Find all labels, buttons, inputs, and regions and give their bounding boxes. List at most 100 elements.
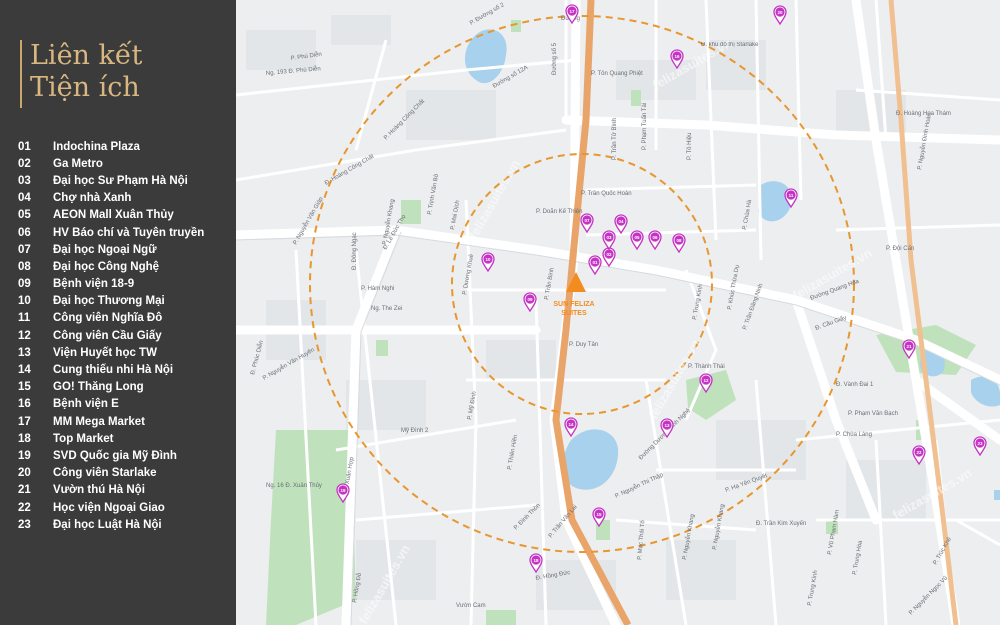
amenity-name: Đại học Ngoại Ngữ (53, 243, 157, 256)
amenity-list-item[interactable]: 14 Cung thiếu nhi Hà Nội (18, 361, 204, 378)
amenity-list-item[interactable]: 21 Vườn thú Hà Nội (18, 482, 204, 499)
amenity-list-item[interactable]: 08 Đại học Công Nghệ (18, 258, 204, 275)
amenity-list-item[interactable]: 17 MM Mega Market (18, 413, 204, 430)
amenity-name: SVD Quốc gia Mỹ Đình (53, 449, 177, 462)
amenity-name: Học viện Ngoại Giao (53, 501, 165, 514)
title-line-1: Liên kết (30, 40, 143, 71)
amenity-list-item[interactable]: 01 Indochina Plaza (18, 138, 204, 155)
pin-number: 04 (618, 219, 624, 224)
pin-number: 14 (568, 422, 574, 427)
pin-number: 05 (634, 235, 640, 240)
amenity-list-item[interactable]: 05 AEON Mall Xuân Thủy (18, 207, 204, 224)
street-label: P. Đội Cấn (886, 246, 914, 252)
sidebar: Liên kết Tiện ích 01 Indochina Plaza 02 Ga … (0, 0, 236, 625)
pin-number: 13 (664, 423, 670, 428)
amenity-list-item[interactable]: 15 GO! Thăng Long (18, 379, 204, 396)
amenity-name: MM Mega Market (53, 415, 146, 428)
amenity-number: 22 (18, 501, 31, 514)
pin-number: 21 (906, 344, 912, 349)
street-label: Mỹ Đình 2 (401, 428, 429, 434)
street-label: P. Phạm Tuấn Tài (642, 103, 648, 150)
pin-number: 18 (533, 558, 539, 563)
amenity-list: 01 Indochina Plaza 02 Ga Metro 03 Đại học Sư … (18, 138, 204, 533)
amenity-number: 19 (18, 449, 31, 462)
amenity-number: 20 (18, 467, 31, 480)
amenity-name: Viện Huyết học TW (53, 346, 157, 359)
amenity-number: 06 (18, 226, 31, 239)
amenity-number: 07 (18, 243, 31, 256)
amenity-number: 08 (18, 260, 31, 273)
map-canvas[interactable]: SUN FELIZA SUITES felizasuites.vn feliza… (236, 0, 1000, 625)
amenity-list-item[interactable]: 06 HV Báo chí và Tuyên truyền (18, 224, 204, 241)
amenity-list-item[interactable]: 04 Chợ nhà Xanh (18, 190, 204, 207)
amenity-name: Đại học Luật Hà Nội (53, 518, 162, 531)
amenity-number: 09 (18, 278, 31, 291)
amenity-name: Top Market (53, 432, 114, 445)
amenity-list-item[interactable]: 22 Học viện Ngoại Giao (18, 499, 204, 516)
street-label: Vườn Cam (456, 603, 486, 609)
amenity-list-item[interactable]: 03 Đại học Sư Phạm Hà Nội (18, 172, 204, 189)
street-label: Đ. Hoàng Hoa Thám (896, 111, 951, 117)
pin-number: 10 (485, 257, 491, 262)
pin-number: 08 (676, 238, 682, 243)
pin-number: 06 (652, 235, 658, 240)
amenity-list-item[interactable]: 13 Viện Huyết học TW (18, 344, 204, 361)
street-label: P. Trần Quốc Hoàn (581, 191, 632, 197)
amenity-name: Công viên Starlake (53, 467, 157, 480)
amenity-list-item[interactable]: 16 Bệnh viện E (18, 396, 204, 413)
amenity-name: Đại học Sư Phạm Hà Nội (53, 174, 188, 187)
pin-number: 16 (674, 54, 680, 59)
amenity-list-item[interactable]: 20 Công viên Starlake (18, 465, 204, 482)
pin-number: 19 (340, 488, 346, 493)
amenity-number: 03 (18, 174, 31, 187)
street-label: P. Chùa Láng (836, 432, 872, 438)
amenity-list-item[interactable]: 02 Ga Metro (18, 155, 204, 172)
amenity-number: 04 (18, 192, 31, 205)
street-label: Đ. khu đô thị Starlake (701, 42, 759, 48)
street-label: Đ. Trần Kim Xuyến (756, 521, 806, 527)
title-accent-bar (20, 40, 22, 108)
amenity-name: GO! Thăng Long (53, 381, 144, 394)
street-label: P. Thành Thái (688, 364, 725, 370)
map-area[interactable]: SUN FELIZA SUITES felizasuites.vn feliza… (236, 0, 1000, 625)
amenity-name: Đại học Công Nghệ (53, 260, 160, 273)
title-line-2: Tiện ích (30, 72, 140, 103)
amenity-list-item[interactable]: 19 SVD Quốc gia Mỹ Đình (18, 447, 204, 464)
amenity-name: Công viên Nghĩa Đô (53, 312, 163, 325)
amenity-name: Ga Metro (53, 157, 103, 170)
street-label: P. Trần Tử Bình (611, 118, 618, 160)
street-label: P. Tô Hiệu (687, 133, 693, 160)
amenity-list-item[interactable]: 12 Công viên Cầu Giấy (18, 327, 204, 344)
pin-number: 17 (569, 9, 575, 14)
amenity-list-item[interactable]: 23 Đại học Luật Hà Nội (18, 516, 204, 533)
street-label: Ng. 16 Đ. Xuân Thủy (266, 482, 322, 489)
amenity-number: 18 (18, 432, 31, 445)
street-label: P. Hàm Nghi (361, 286, 394, 292)
amenity-name: Bệnh viện E (53, 398, 119, 411)
street-label: P. Tôn Quang Phiệt (591, 71, 643, 77)
street-label: Đ. Đông Ngạc (352, 232, 358, 270)
pin-number: 01 (592, 260, 598, 265)
amenity-list-item[interactable]: 11 Công viên Nghĩa Đô (18, 310, 204, 327)
street-label: P. Duy Tân (569, 342, 598, 348)
pin-number: 02 (606, 252, 612, 257)
amenity-number: 14 (18, 364, 31, 377)
amenity-number: 02 (18, 157, 31, 170)
pin-number: 11 (789, 193, 794, 198)
amenity-number: 17 (18, 415, 31, 428)
street-label: Đ. Vành Đai 1 (836, 382, 874, 388)
pin-number: 12 (703, 378, 709, 383)
amenity-list-item[interactable]: 18 Top Market (18, 430, 204, 447)
project-label-line-2: SUITES (561, 310, 587, 317)
amenity-list-item[interactable]: 07 Đại học Ngoại Ngữ (18, 241, 204, 258)
amenity-name: Indochina Plaza (53, 140, 140, 153)
pin-number: 03 (606, 235, 612, 240)
sidebar-title: Liên kết Tiện ích (30, 40, 142, 104)
pin-number: 09 (527, 297, 533, 302)
project-label-line-1: SUN FELIZA (553, 301, 594, 308)
amenity-list-item[interactable]: 09 Bệnh viện 18-9 (18, 276, 204, 293)
amenity-name: Đại học Thương Mại (53, 295, 165, 308)
amenity-number: 16 (18, 398, 31, 411)
amenity-list-item[interactable]: 10 Đại học Thương Mại (18, 293, 204, 310)
amenity-name: Vườn thú Hà Nội (53, 484, 145, 497)
